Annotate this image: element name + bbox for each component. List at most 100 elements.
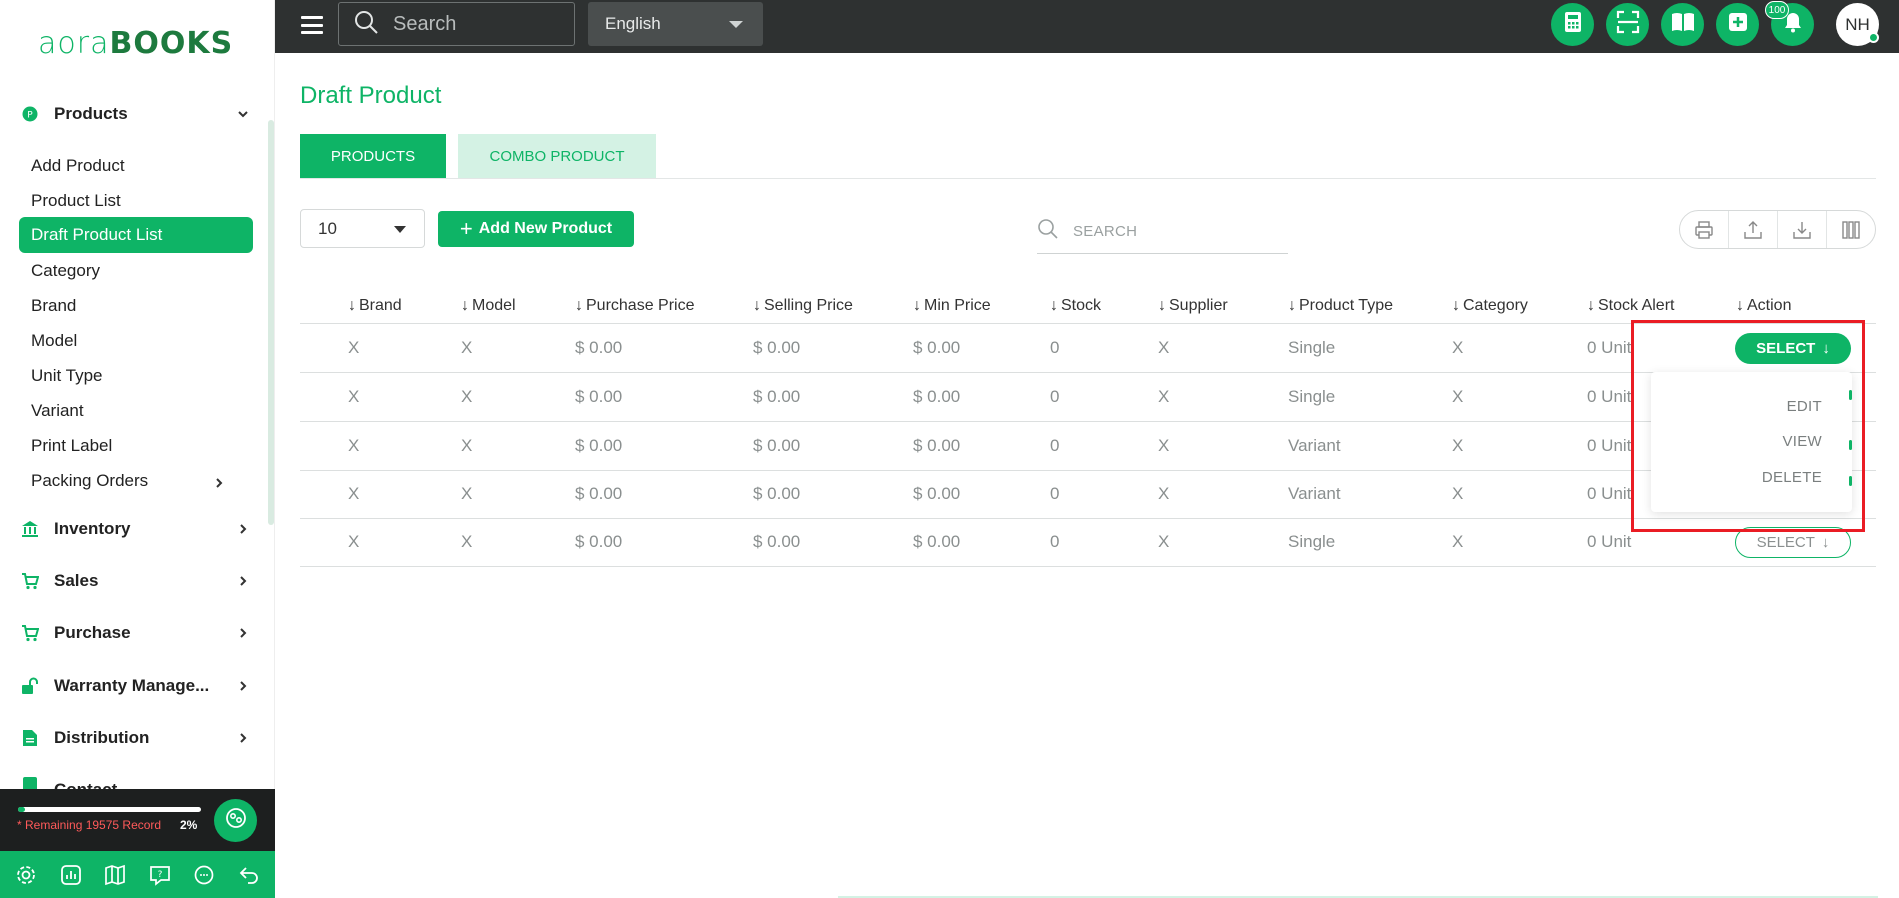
cell-model: X [461, 532, 473, 551]
column-header-brand[interactable]: ↓ Brand [348, 288, 402, 324]
sidebar-group-warranty[interactable]: Warranty Manage... [20, 671, 250, 701]
sidebar-group-distribution[interactable]: Distribution [20, 723, 250, 753]
column-header-min-price[interactable]: ↓ Min Price [913, 288, 991, 324]
table-search-placeholder: SEARCH [1073, 223, 1138, 240]
sidebar-item-print-label[interactable]: Print Label [19, 428, 253, 464]
sidebar-item-add-product[interactable]: Add Product [19, 148, 253, 184]
progress-percent: 2% [180, 818, 198, 832]
column-header-selling-price[interactable]: ↓ Selling Price [753, 288, 853, 324]
quick-add-button[interactable] [1716, 3, 1759, 46]
column-header-product-type[interactable]: ↓ Product Type [1288, 288, 1393, 324]
column-header-label: Product Type [1299, 297, 1393, 314]
column-header-action[interactable]: ↓ Action [1736, 288, 1791, 324]
column-header-stock-alert[interactable]: ↓ Stock Alert [1587, 288, 1674, 324]
download-icon[interactable] [1777, 211, 1826, 248]
plus-icon: + [459, 216, 473, 241]
column-header-supplier[interactable]: ↓ Supplier [1158, 288, 1228, 324]
cell-model: X [461, 436, 473, 455]
sidebar-group-sales[interactable]: Sales [20, 566, 250, 596]
settings-icon[interactable] [13, 862, 39, 888]
sidebar-item-draft-product-list[interactable]: Draft Product List [19, 217, 253, 253]
sort-arrow-icon: ↓ [575, 297, 583, 314]
column-header-stock[interactable]: ↓ Stock [1050, 288, 1101, 324]
report-icon[interactable] [58, 862, 84, 888]
sidebar-group-label: Contact [54, 775, 250, 789]
sidebar-item-label: Variant [31, 401, 84, 420]
cell-brand: X [348, 484, 360, 503]
add-new-product-button[interactable]: + Add New Product [438, 211, 634, 247]
page-size-select[interactable]: 10 [300, 209, 425, 248]
cell-purchase-price: $ 0.00 [575, 338, 623, 357]
tab-combo-product[interactable]: COMBO PRODUCT [458, 134, 656, 178]
column-header-purchase-price[interactable]: ↓ Purchase Price [575, 288, 695, 324]
sort-arrow-icon: ↓ [1452, 297, 1460, 314]
chevron-right-icon [236, 731, 250, 745]
sort-arrow-icon: ↓ [1050, 297, 1058, 314]
upload-icon[interactable] [1728, 211, 1777, 248]
tab-products[interactable]: PRODUCTS [300, 134, 446, 178]
cell-min-price: $ 0.00 [913, 436, 961, 455]
cell-model: X [461, 387, 473, 406]
cell-purchase-price: $ 0.00 [575, 436, 623, 455]
column-header-label: Stock [1061, 297, 1102, 314]
sidebar-item-unit-type[interactable]: Unit Type [19, 358, 253, 394]
language-select[interactable]: English [588, 2, 763, 46]
sidebar-item-category[interactable]: Category [19, 253, 253, 289]
cell-supplier: X [1158, 532, 1170, 551]
table-search-input[interactable]: SEARCH [1037, 210, 1288, 254]
sort-arrow-icon: ↓ [753, 297, 761, 314]
cell-selling-price: $ 0.00 [753, 387, 801, 406]
app-root: aoraBOOKS P Products Add Product Product… [0, 0, 1899, 898]
sidebar-group-products[interactable]: P Products [20, 99, 250, 129]
sort-arrow-icon: ↓ [1587, 297, 1595, 314]
cell-category: X [1452, 338, 1464, 357]
cell-min-price: $ 0.00 [913, 387, 961, 406]
package-button[interactable] [214, 799, 257, 842]
search-icon [353, 9, 379, 40]
cell-stock-alert: 0 Unit [1587, 338, 1632, 357]
cell-model: X [461, 338, 473, 357]
scan-button[interactable] [1606, 3, 1649, 46]
sidebar-item-label: Category [31, 261, 100, 280]
remaining-records-text: * Remaining 19575 Record [17, 818, 162, 832]
sidebar-item-variant[interactable]: Variant [19, 393, 253, 429]
record-progress-fill [18, 807, 26, 812]
cell-model: X [461, 484, 473, 503]
sidebar-group-contact[interactable]: Contact [20, 775, 250, 789]
column-header-category[interactable]: ↓ Category [1452, 288, 1528, 324]
scan-icon [1616, 10, 1640, 39]
cart-icon [20, 571, 40, 591]
add-new-product-label: Add New Product [478, 220, 613, 237]
page-size-value: 10 [318, 218, 337, 238]
app-logo[interactable]: aoraBOOKS [38, 26, 233, 61]
help-icon[interactable]: ? [147, 862, 173, 888]
column-header-label: Category [1463, 297, 1528, 314]
print-icon[interactable] [1680, 211, 1728, 248]
global-search[interactable]: Search [338, 2, 575, 46]
chat-icon[interactable] [191, 862, 217, 888]
sidebar-group-inventory[interactable]: Inventory [20, 514, 250, 544]
chevron-right-icon [236, 679, 250, 693]
logo-text-bold: BOOKS [109, 26, 234, 61]
sidebar-item-model[interactable]: Model [19, 323, 253, 359]
sidebar-scrollbar[interactable] [268, 120, 274, 525]
cell-selling-price: $ 0.00 [753, 532, 801, 551]
sidebar-item-brand[interactable]: Brand [19, 288, 253, 324]
column-header-model[interactable]: ↓ Model [461, 288, 516, 324]
columns-icon[interactable] [1826, 211, 1875, 248]
sidebar-group-purchase[interactable]: Purchase [20, 618, 250, 648]
logout-icon[interactable] [236, 862, 262, 888]
guide-icon[interactable] [102, 862, 128, 888]
sidebar-item-packing-orders[interactable]: Packing Orders [19, 463, 253, 499]
menu-toggle-icon[interactable] [301, 16, 323, 34]
calculator-button[interactable] [1551, 3, 1594, 46]
sidebar-item-label: Packing Orders [31, 471, 149, 490]
book-icon [1671, 11, 1695, 38]
user-avatar[interactable]: NH [1836, 3, 1879, 46]
book-button[interactable] [1661, 3, 1704, 46]
cell-product-type: Variant [1288, 484, 1341, 503]
column-header-label: Brand [359, 297, 402, 314]
sidebar-item-product-list[interactable]: Product List [19, 183, 253, 219]
unlock-icon [20, 676, 40, 696]
sidebar-item-label: Add Product [31, 156, 125, 175]
